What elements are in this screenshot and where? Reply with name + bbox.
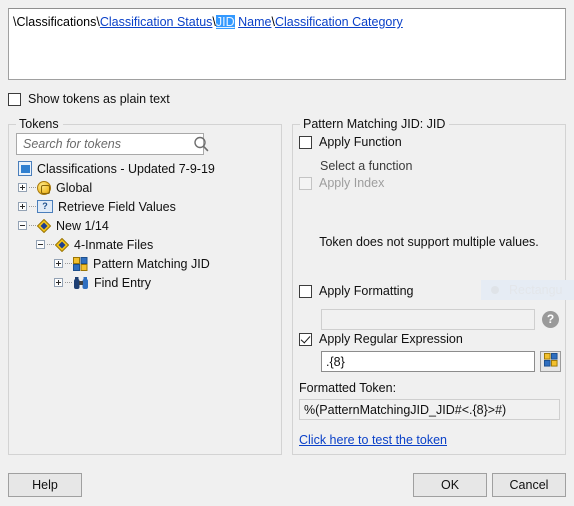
apply-function-label: Apply Function bbox=[319, 135, 402, 149]
tree-connector bbox=[47, 244, 54, 245]
formatting-input[interactable] bbox=[321, 309, 535, 330]
grid-icon bbox=[73, 256, 88, 271]
document-icon bbox=[18, 161, 32, 176]
tokens-group-title: Tokens bbox=[16, 117, 63, 131]
field-values-icon: ? bbox=[37, 200, 53, 213]
apply-index-row: Apply Index bbox=[299, 176, 384, 190]
tree-item-find-entry[interactable]: Find Entry bbox=[16, 273, 274, 292]
tree-item-4-inmate-files[interactable]: 4-Inmate Files bbox=[16, 235, 274, 254]
path-link-jid[interactable]: JID bbox=[215, 15, 235, 29]
apply-index-label: Apply Index bbox=[319, 176, 385, 190]
pattern-matching-group-box: Pattern Matching JID: JID Rectangu Apply… bbox=[292, 117, 574, 455]
apply-formatting-checkbox[interactable] bbox=[299, 284, 312, 298]
pattern-matching-group-title: Pattern Matching JID: JID bbox=[300, 117, 450, 131]
formatted-token-label: Formatted Token: bbox=[299, 381, 397, 395]
regular-expression-input[interactable]: .{8} bbox=[321, 351, 535, 372]
ok-button[interactable]: OK bbox=[413, 473, 487, 497]
tree-connector bbox=[65, 282, 72, 283]
ghost-overlay-text: Rectangu bbox=[509, 283, 563, 297]
grid-icon bbox=[543, 353, 558, 370]
expander-plus-icon[interactable] bbox=[18, 183, 27, 192]
tree-item-new-1-14[interactable]: New 1/14 bbox=[16, 216, 274, 235]
apply-formatting-row[interactable]: Apply Formatting bbox=[299, 284, 413, 298]
search-for-tokens-box[interactable] bbox=[16, 133, 209, 155]
path-link-classification-category[interactable]: Classification Category bbox=[275, 15, 403, 29]
apply-regular-expression-checkbox[interactable] bbox=[299, 332, 312, 346]
apply-regular-expression-row[interactable]: Apply Regular Expression bbox=[299, 332, 463, 346]
tree-connector bbox=[29, 225, 36, 226]
formatted-token-value[interactable]: %(PatternMatchingJID_JID#<.{8}>#) bbox=[299, 399, 560, 420]
help-icon[interactable]: ? bbox=[542, 311, 559, 328]
regex-builder-button[interactable] bbox=[540, 351, 561, 372]
path-link-classification-status[interactable]: Classification Status bbox=[100, 15, 213, 29]
diamond-icon bbox=[54, 237, 70, 252]
ghost-dot-icon bbox=[491, 286, 499, 294]
apply-function-checkbox[interactable] bbox=[299, 135, 312, 149]
tokens-group-box: Tokens Classifications - Updated 7-9-19 … bbox=[8, 117, 282, 455]
expander-minus-icon[interactable] bbox=[36, 240, 45, 249]
ghost-overlay-artifact: Rectangu bbox=[481, 280, 574, 300]
path-link-name[interactable]: Name bbox=[238, 15, 271, 29]
help-button[interactable]: Help bbox=[8, 473, 82, 497]
tree-item-label: Find Entry bbox=[94, 275, 151, 290]
tree-item-label: Pattern Matching JID bbox=[93, 256, 210, 271]
tree-item-label: 4-Inmate Files bbox=[74, 237, 154, 252]
token-path-textarea[interactable]: \Classifications\Classification Status\J… bbox=[8, 8, 566, 80]
tree-item-label: Retrieve Field Values bbox=[58, 199, 176, 214]
search-icon[interactable] bbox=[190, 134, 212, 154]
show-tokens-as-plain-text-checkbox[interactable] bbox=[8, 92, 21, 106]
tree-item-retrieve-field-values[interactable]: ? Retrieve Field Values bbox=[16, 197, 274, 216]
apply-regular-expression-label: Apply Regular Expression bbox=[319, 332, 463, 346]
show-tokens-as-plain-text-label: Show tokens as plain text bbox=[28, 92, 170, 106]
test-token-link[interactable]: Click here to test the token bbox=[299, 433, 447, 447]
tree-item-classifications[interactable]: Classifications - Updated 7-9-19 bbox=[16, 159, 274, 178]
diamond-icon bbox=[36, 218, 52, 233]
tree-connector bbox=[29, 206, 36, 207]
tree-item-label: Global bbox=[56, 180, 93, 195]
tokens-tree[interactable]: Classifications - Updated 7-9-19 Global … bbox=[16, 159, 274, 292]
tree-item-global[interactable]: Global bbox=[16, 178, 274, 197]
expander-plus-icon[interactable] bbox=[54, 278, 63, 287]
expander-plus-icon[interactable] bbox=[54, 259, 63, 268]
tree-item-label: Classifications - Updated 7-9-19 bbox=[37, 161, 215, 176]
tree-connector bbox=[65, 263, 72, 264]
multiple-values-message: Token does not support multiple values. bbox=[319, 235, 539, 249]
select-a-function-label[interactable]: Select a function bbox=[320, 159, 412, 173]
apply-function-row[interactable]: Apply Function bbox=[299, 135, 402, 149]
search-input[interactable] bbox=[17, 137, 190, 151]
apply-index-checkbox bbox=[299, 176, 312, 190]
path-segment-root: \Classifications\ bbox=[13, 15, 100, 29]
cancel-button[interactable]: Cancel bbox=[492, 473, 566, 497]
expander-minus-icon[interactable] bbox=[18, 221, 27, 230]
globe-icon bbox=[37, 180, 51, 195]
tree-item-label: New 1/14 bbox=[56, 218, 109, 233]
tree-item-pattern-matching-jid[interactable]: Pattern Matching JID bbox=[16, 254, 274, 273]
tree-connector bbox=[29, 187, 36, 188]
token-path-line: \Classifications\Classification Status\J… bbox=[13, 14, 560, 30]
apply-formatting-label: Apply Formatting bbox=[319, 284, 414, 298]
show-tokens-as-plain-text-row[interactable]: Show tokens as plain text bbox=[8, 92, 170, 106]
binoculars-icon bbox=[73, 276, 89, 290]
expander-plus-icon[interactable] bbox=[18, 202, 27, 211]
